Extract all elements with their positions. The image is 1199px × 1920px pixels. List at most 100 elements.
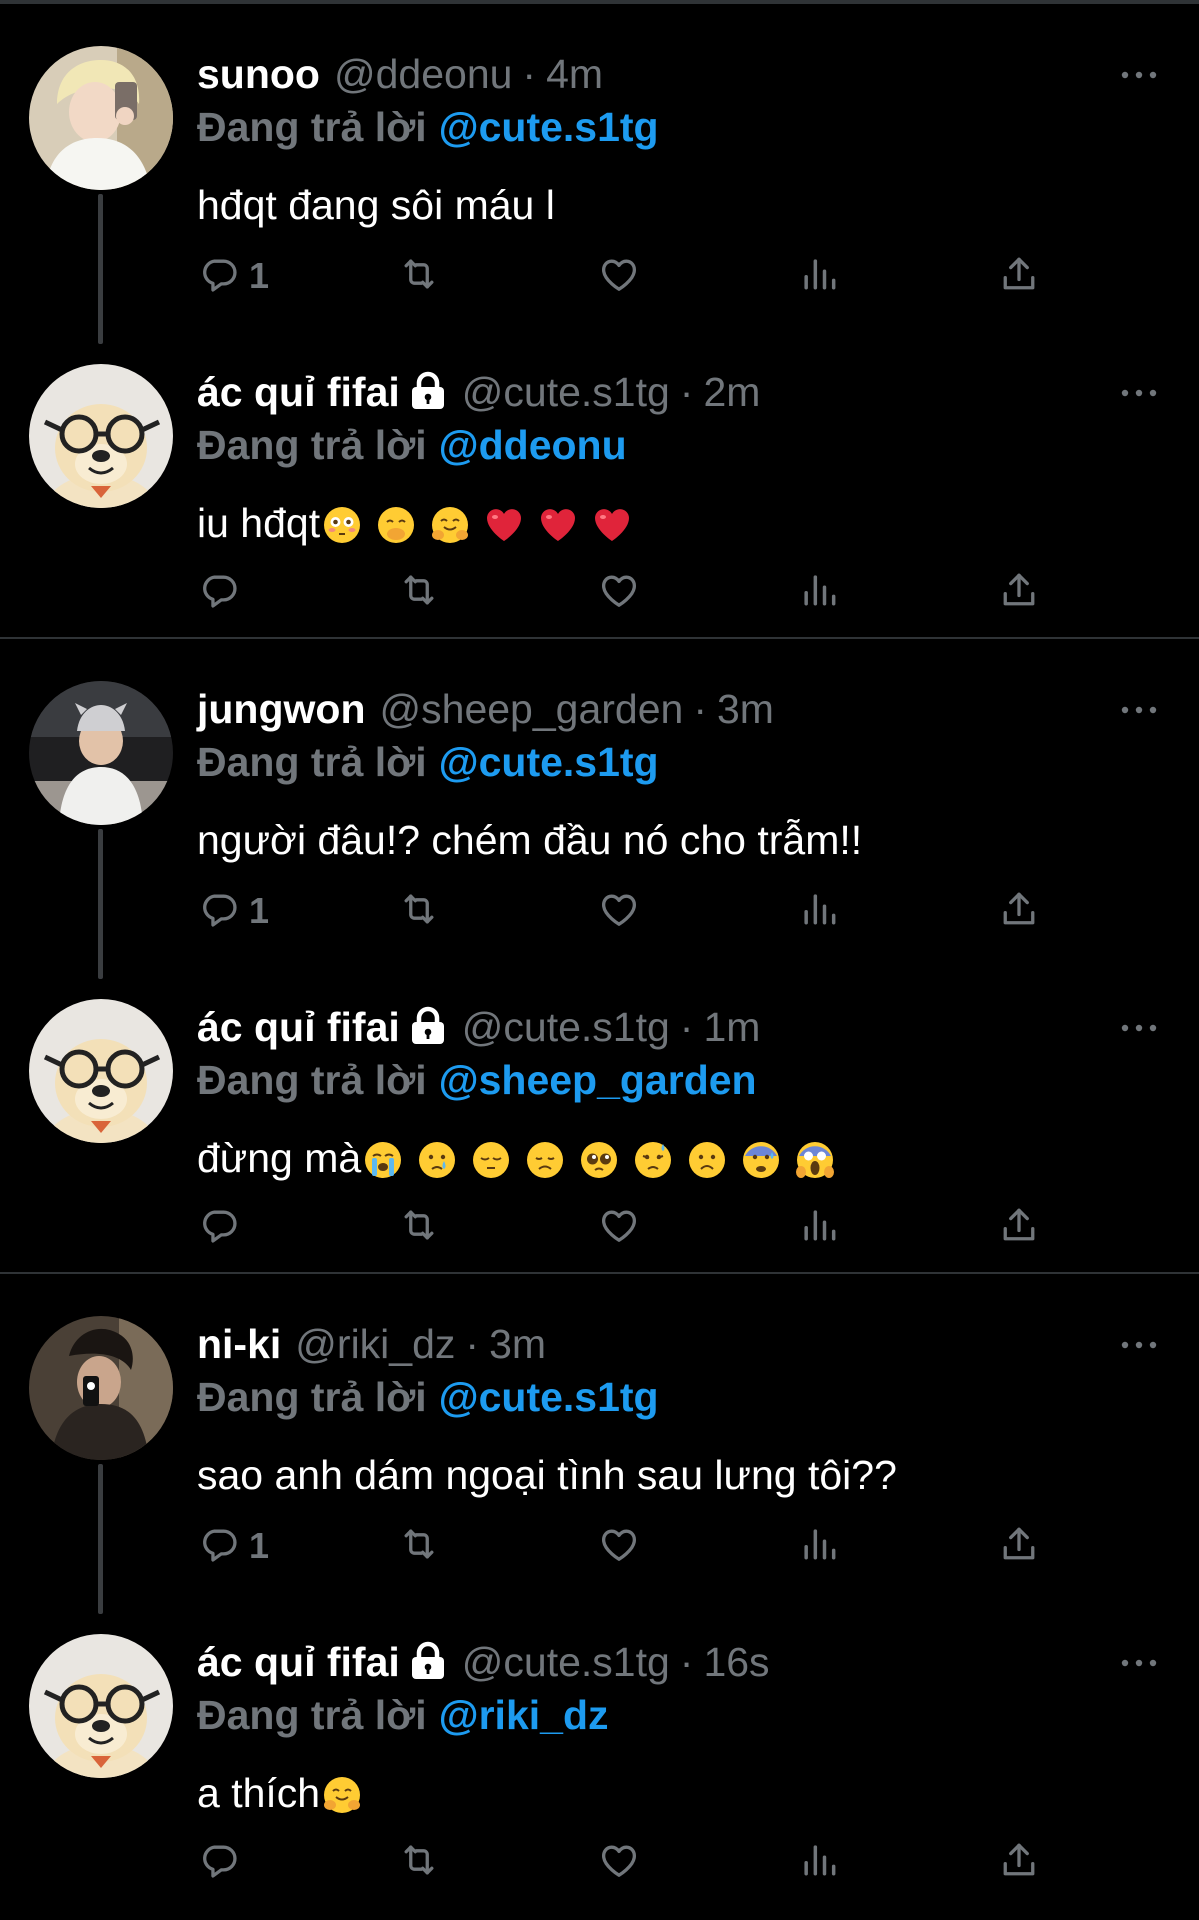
replying-to-label: Đang trả lời [197,1692,427,1738]
display-name[interactable]: ác quỉ fifai [197,1639,400,1685]
niki-avatar[interactable] [29,1316,173,1460]
reply-mention-link[interactable]: @cute.s1tg [439,104,659,150]
tweet-header: ni-ki @riki_dz · 3m [197,1318,1199,1370]
dog-glasses-avatar[interactable] [29,999,173,1143]
tweet-feed: sunoo @ddeonu · 4m Đang trả lời @cute.s1tg hđq… [0,4,1199,1907]
display-name[interactable]: sunoo [197,51,320,97]
like-button[interactable] [597,1840,641,1884]
timestamp[interactable]: 1m [703,1004,760,1050]
reply-button[interactable] [197,570,241,614]
reply-icon [197,1522,241,1571]
more-icon[interactable] [1119,1338,1159,1352]
conversation-thread: ni-ki @riki_dz · 3m Đang trả lời @cute.s1tg sa… [0,1274,1199,1907]
views-icon [797,1838,841,1887]
more-icon[interactable] [1119,703,1159,717]
retweet-button[interactable] [397,254,441,298]
share-button[interactable] [997,1205,1041,1249]
tweet[interactable]: sunoo @ddeonu · 4m Đang trả lời @cute.s1tg hđq… [0,4,1199,344]
separator-dot: · [679,369,694,415]
reply-button[interactable]: 1 [197,1524,269,1568]
share-button[interactable] [997,1524,1041,1568]
dog-glasses-avatar[interactable] [29,1634,173,1778]
tweet[interactable]: jungwon @sheep_garden · 3m Đang trả lời @cute… [0,639,1199,979]
pensive-emoji [471,1139,511,1179]
replying-to-label: Đang trả lời [197,1374,427,1420]
reply-button[interactable]: 1 [197,254,269,298]
user-handle[interactable]: @sheep_garden [380,686,684,732]
share-icon [997,1522,1041,1571]
share-icon [997,887,1041,936]
tweet-header: jungwon @sheep_garden · 3m [197,683,1199,735]
reply-button[interactable] [197,1840,241,1884]
disappointed-emoji [525,1139,565,1179]
share-button[interactable] [997,254,1041,298]
share-button[interactable] [997,1840,1041,1884]
like-button[interactable] [597,889,641,933]
reply-button[interactable] [197,1205,241,1249]
reply-mention-link[interactable]: @ddeonu [439,422,627,468]
timestamp[interactable]: 3m [717,686,774,732]
reply-mention-link[interactable]: @cute.s1tg [439,1374,659,1420]
user-handle[interactable]: @cute.s1tg [462,369,670,415]
like-button[interactable] [597,1205,641,1249]
user-handle[interactable]: @cute.s1tg [462,1639,670,1685]
views-button[interactable] [797,570,841,614]
user-handle[interactable]: @riki_dz [295,1321,455,1367]
dog-glasses-avatar[interactable] [29,364,173,508]
timestamp[interactable]: 16s [703,1639,769,1685]
reply-icon [197,1838,241,1887]
retweet-button[interactable] [397,889,441,933]
views-button[interactable] [797,1524,841,1568]
share-icon [997,252,1041,301]
user-handle[interactable]: @cute.s1tg [462,1004,670,1050]
red-heart-emoji [484,504,524,544]
tweet-text: hđqt đang sôi máu l [197,178,1199,232]
like-button[interactable] [597,1524,641,1568]
display-name[interactable]: ni-ki [197,1321,281,1367]
tweet[interactable]: ác quỉ fifai @cute.s1tg · 2m Đang trả lời @dd… [0,322,1199,637]
reply-mention-link[interactable]: @cute.s1tg [439,739,659,785]
display-name[interactable]: ác quỉ fifai [197,1004,400,1050]
more-icon[interactable] [1119,386,1159,400]
more-icon[interactable] [1119,68,1159,82]
views-button[interactable] [797,1205,841,1249]
share-button[interactable] [997,889,1041,933]
tweet[interactable]: ni-ki @riki_dz · 3m Đang trả lời @cute.s1tg sa… [0,1274,1199,1614]
views-icon [797,252,841,301]
timestamp[interactable]: 2m [703,369,760,415]
reply-mention-link[interactable]: @riki_dz [439,1692,609,1738]
red-heart-emoji [592,504,632,544]
more-icon[interactable] [1119,1021,1159,1035]
display-name[interactable]: ác quỉ fifai [197,369,400,415]
views-button[interactable] [797,254,841,298]
like-icon [597,1838,641,1887]
tweet[interactable]: ác quỉ fifai @cute.s1tg · 16s Đang trả lời @r… [0,1592,1199,1907]
retweet-button[interactable] [397,570,441,614]
reply-count: 1 [249,890,270,931]
timestamp[interactable]: 4m [546,51,603,97]
jungwon-avatar[interactable] [29,681,173,825]
views-button[interactable] [797,1840,841,1884]
timestamp[interactable]: 3m [489,1321,546,1367]
views-button[interactable] [797,889,841,933]
like-button[interactable] [597,254,641,298]
tweet[interactable]: ác quỉ fifai @cute.s1tg · 1m Đang trả lời @sh… [0,957,1199,1272]
reply-count: 1 [249,255,270,296]
display-name[interactable]: jungwon [197,686,366,732]
retweet-button[interactable] [397,1840,441,1884]
retweet-button[interactable] [397,1524,441,1568]
reply-icon [197,887,241,936]
like-button[interactable] [597,570,641,614]
replying-to: Đang trả lời @riki_dz [197,1688,1199,1742]
share-button[interactable] [997,570,1041,614]
tweet-text-content: đừng mà [197,1135,362,1181]
replying-to: Đang trả lời @cute.s1tg [197,100,1199,154]
user-handle[interactable]: @ddeonu [334,51,512,97]
reply-button[interactable]: 1 [197,889,269,933]
more-icon[interactable] [1119,1656,1159,1670]
replying-to-label: Đang trả lời [197,1057,427,1103]
retweet-button[interactable] [397,1205,441,1249]
like-icon [597,1203,641,1252]
sunoo-avatar[interactable] [29,46,173,190]
reply-mention-link[interactable]: @sheep_garden [439,1057,757,1103]
